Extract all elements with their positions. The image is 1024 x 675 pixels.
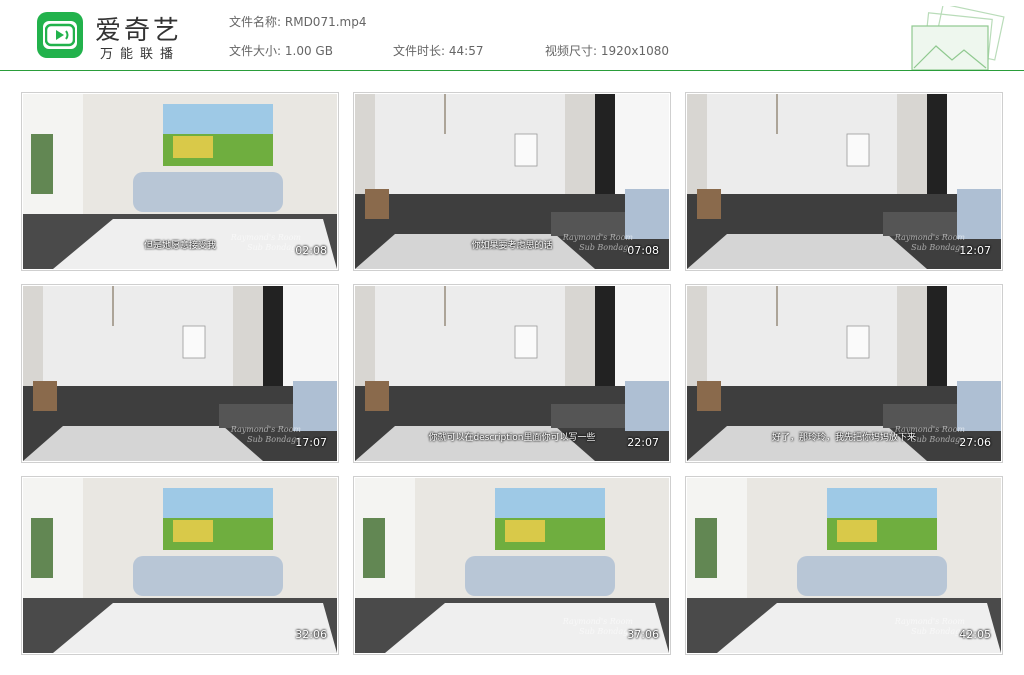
thumbnail-grid: Raymond's Room Sub Bondage 但是她愿意接受我 02:08 Ra… — [21, 92, 1003, 656]
thumbnail-image — [23, 478, 337, 653]
subtitle-text: 但是她愿意接受我 — [143, 241, 216, 251]
watermark: Raymond's Room Sub Bondage — [894, 233, 965, 252]
video-thumbnail[interactable]: 你就可以在description里面你可以写一些 22:07 — [353, 284, 671, 463]
file-name-row: 文件名称: RMD071.mp4 — [229, 13, 366, 30]
file-duration-label: 文件时长: — [393, 44, 446, 58]
video-thumbnail[interactable]: Raymond's Room Sub Bondage 好了，那玲玲，我先把你妈妈放下… — [685, 284, 1003, 463]
timestamp: 12:07 — [959, 244, 991, 257]
video-thumbnail[interactable]: Raymond's Room Sub Bondage 42:05 — [685, 476, 1003, 655]
brand-title: 爱奇艺 — [95, 16, 183, 46]
file-duration-value: 44:57 — [448, 44, 484, 58]
video-thumbnail[interactable]: 32:06 — [21, 476, 339, 655]
subtitle-text: 你就可以在description里面你可以写一些 — [428, 433, 596, 443]
video-thumbnail[interactable]: Raymond's Room Sub Bondage 37:06 — [353, 476, 671, 655]
video-thumbnail[interactable]: Raymond's Room Sub Bondage 17:07 — [21, 284, 339, 463]
thumbnail-frame: Raymond's Room Sub Bondage 37:06 — [355, 478, 669, 653]
header-divider — [0, 70, 1024, 71]
iqiyi-tv-logo-icon — [37, 12, 83, 58]
file-size-label: 文件大小: — [229, 44, 282, 58]
thumbnail-frame: Raymond's Room Sub Bondage 12:07 — [687, 94, 1001, 269]
brand-subtitle: 万能联播 — [100, 47, 181, 62]
file-duration-row: 文件时长: 44:57 — [393, 42, 483, 59]
timestamp: 27:06 — [959, 436, 991, 449]
timestamp: 02:08 — [295, 244, 327, 257]
subtitle-text: 好了，那玲玲，我先把你妈妈放下来 — [771, 433, 916, 443]
subtitle-text: 你如果要考虑思的话 — [471, 241, 553, 251]
thumbnail-frame: 你就可以在description里面你可以写一些 22:07 — [355, 286, 669, 461]
thumbnail-frame: 32:06 — [23, 478, 337, 653]
picture-frames-icon — [911, 6, 1005, 70]
timestamp: 42:05 — [959, 628, 991, 641]
thumbnail-frame: Raymond's Room Sub Bondage 你如果要考虑思的话 07:08 — [355, 94, 669, 269]
header: 爱奇艺 万能联播 文件名称: RMD071.mp4 文件大小: 1.00 GB … — [0, 0, 1024, 72]
video-resolution-value: 1920x1080 — [600, 44, 670, 58]
timestamp: 32:06 — [295, 628, 327, 641]
watermark: Raymond's Room Sub Bondage — [894, 617, 965, 636]
video-resolution-row: 视频尺寸: 1920x1080 — [545, 42, 669, 59]
timestamp: 22:07 — [627, 436, 659, 449]
file-name-label: 文件名称: — [229, 15, 282, 29]
thumbnail-frame: Raymond's Room Sub Bondage 17:07 — [23, 286, 337, 461]
video-thumbnail[interactable]: Raymond's Room Sub Bondage 12:07 — [685, 92, 1003, 271]
file-name-value: RMD071.mp4 — [284, 15, 367, 29]
timestamp: 17:07 — [295, 436, 327, 449]
video-thumbnail[interactable]: Raymond's Room Sub Bondage 你如果要考虑思的话 07:08 — [353, 92, 671, 271]
thumbnail-frame: Raymond's Room Sub Bondage 好了，那玲玲，我先把你妈妈放下… — [687, 286, 1001, 461]
timestamp: 37:06 — [627, 628, 659, 641]
timestamp: 07:08 — [627, 244, 659, 257]
video-thumbnail[interactable]: Raymond's Room Sub Bondage 但是她愿意接受我 02:08 — [21, 92, 339, 271]
video-resolution-label: 视频尺寸: — [545, 44, 598, 58]
watermark: Raymond's Room Sub Bondage — [562, 617, 633, 636]
file-size-value: 1.00 GB — [284, 44, 333, 58]
thumbnail-frame: Raymond's Room Sub Bondage 但是她愿意接受我 02:08 — [23, 94, 337, 269]
watermark: Raymond's Room Sub Bondage — [230, 425, 301, 444]
thumbnail-frame: Raymond's Room Sub Bondage 42:05 — [687, 478, 1001, 653]
file-size-row: 文件大小: 1.00 GB — [229, 42, 333, 59]
